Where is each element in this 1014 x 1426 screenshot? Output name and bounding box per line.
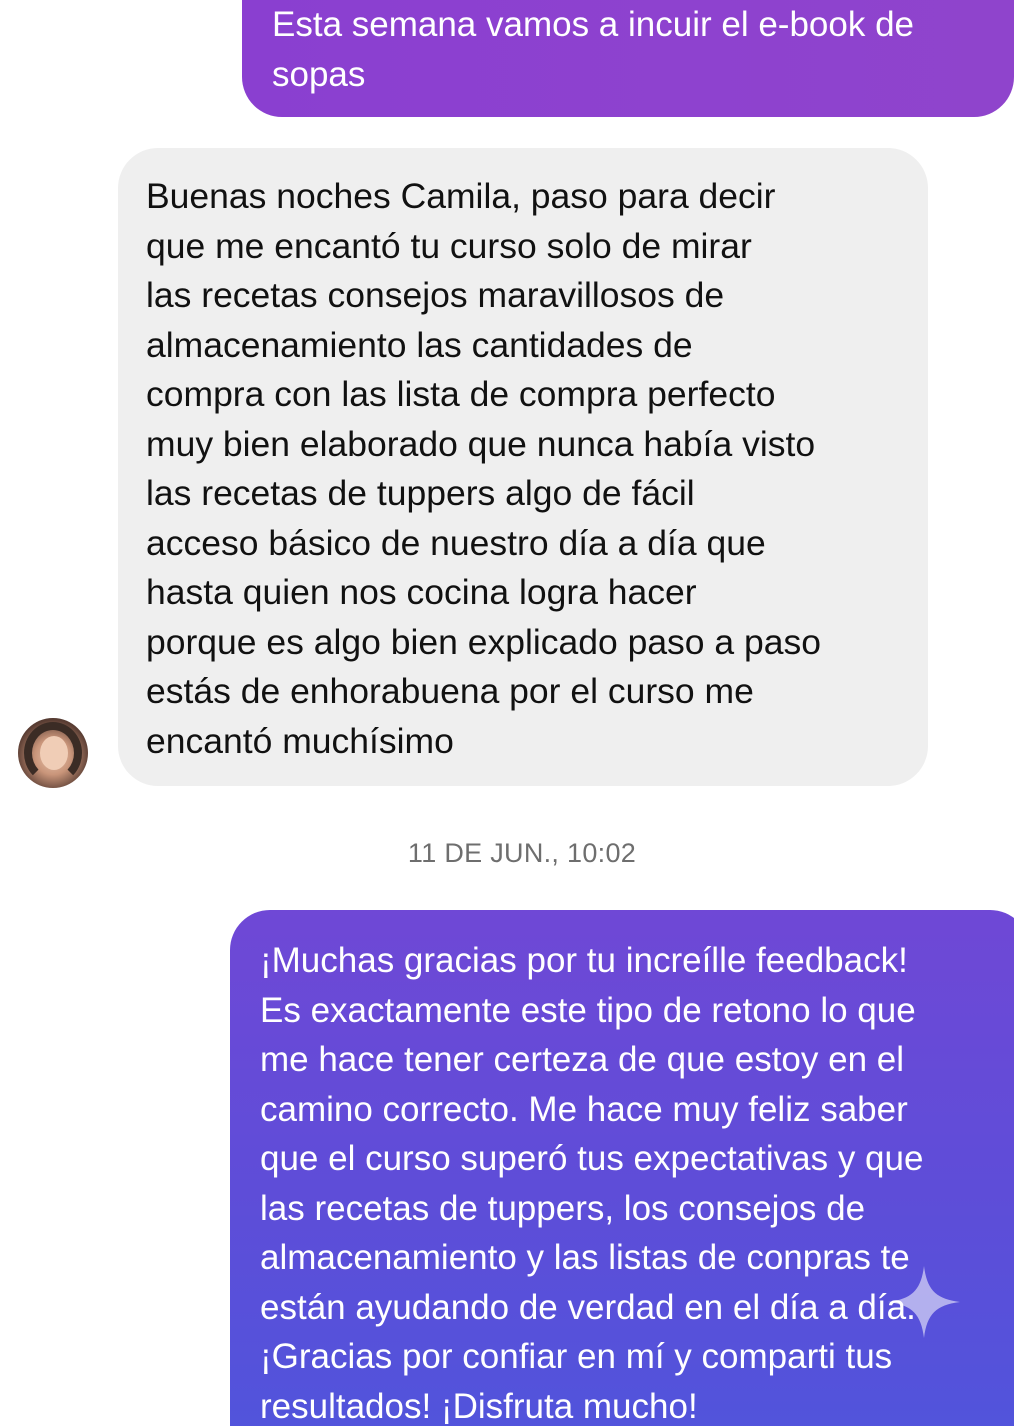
outgoing-reply-bubble[interactable]: ¡Muchas gracias por tu increílle feedbac… — [230, 910, 1014, 1426]
contact-avatar[interactable] — [18, 718, 88, 788]
sparkle-icon — [888, 1266, 960, 1338]
outgoing-message-bubble[interactable]: Esta semana vamos a incuir el e-book de … — [242, 0, 1014, 117]
incoming-message-bubble[interactable]: Buenas noches Camila, paso para decir qu… — [118, 148, 928, 786]
sparkle-shape — [888, 1266, 960, 1338]
chat-thread: Esta semana vamos a incuir el e-book de … — [0, 0, 1014, 1426]
message-timestamp: 11 DE JUN., 10:02 — [407, 838, 637, 868]
avatar-face — [40, 736, 68, 770]
